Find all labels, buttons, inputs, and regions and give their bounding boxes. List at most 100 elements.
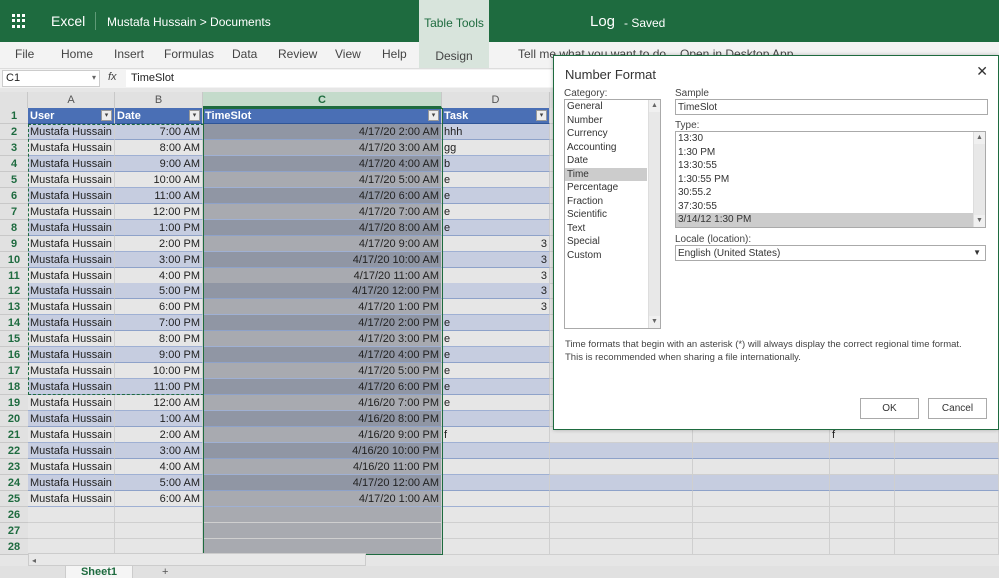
cell[interactable]: 12:00 PM xyxy=(115,203,203,220)
cell[interactable]: Mustafa Hussain xyxy=(28,442,115,459)
row-header[interactable]: 15 xyxy=(0,331,28,348)
cell[interactable]: 1:00 PM xyxy=(115,219,203,236)
column-header-b[interactable]: B xyxy=(115,92,203,108)
cell[interactable]: 11:00 AM xyxy=(115,187,203,204)
row-header[interactable]: 28 xyxy=(0,538,28,555)
cell[interactable] xyxy=(550,490,693,507)
cell[interactable]: 5:00 PM xyxy=(115,283,203,300)
type-item[interactable]: 30:55.2 xyxy=(676,186,985,200)
cell[interactable] xyxy=(442,411,550,428)
filter-dropdown-icon[interactable]: ▾ xyxy=(536,110,547,121)
column-header-d[interactable]: D xyxy=(442,92,550,108)
cell[interactable] xyxy=(830,538,895,555)
cell[interactable]: 4/17/20 6:00 PM xyxy=(203,379,442,396)
ok-button[interactable]: OK xyxy=(860,398,919,419)
locale-select[interactable]: English (United States) ▼ xyxy=(675,245,986,261)
column-header-c[interactable]: C xyxy=(203,92,442,108)
cell[interactable] xyxy=(28,506,115,523)
row-header[interactable]: 13 xyxy=(0,299,28,316)
cell[interactable] xyxy=(693,522,830,539)
cell[interactable]: Mustafa Hussain xyxy=(28,363,115,380)
cell[interactable]: Mustafa Hussain xyxy=(28,267,115,284)
type-item[interactable]: 13:30:55 xyxy=(676,159,985,173)
select-all-corner[interactable] xyxy=(0,92,28,108)
cell[interactable] xyxy=(115,522,203,539)
type-scrollbar[interactable]: ▲ ▼ xyxy=(973,132,985,227)
cell[interactable] xyxy=(693,442,830,459)
cell[interactable]: 6:00 PM xyxy=(115,299,203,316)
cell[interactable]: Mustafa Hussain xyxy=(28,458,115,475)
row-header[interactable]: 10 xyxy=(0,251,28,268)
cell[interactable]: 8:00 AM xyxy=(115,139,203,156)
cell[interactable]: 4/17/20 5:00 AM xyxy=(203,171,442,188)
cell[interactable] xyxy=(693,506,830,523)
tab-design[interactable]: Design xyxy=(419,42,489,68)
cell[interactable]: e xyxy=(442,219,550,236)
cell[interactable] xyxy=(550,538,693,555)
cell[interactable]: 12:00 AM xyxy=(115,395,203,412)
row-header[interactable]: 14 xyxy=(0,315,28,332)
cell[interactable] xyxy=(895,474,999,491)
cell[interactable] xyxy=(203,522,442,539)
cell[interactable] xyxy=(895,458,999,475)
cell[interactable]: 5:00 AM xyxy=(115,474,203,491)
cell[interactable] xyxy=(442,490,550,507)
row-header[interactable]: 18 xyxy=(0,379,28,396)
cell[interactable]: b xyxy=(442,155,550,172)
cell[interactable]: 4/16/20 7:00 PM xyxy=(203,395,442,412)
row-header[interactable]: 17 xyxy=(0,363,28,380)
cell[interactable]: Mustafa Hussain xyxy=(28,379,115,396)
cell[interactable] xyxy=(550,522,693,539)
cell[interactable] xyxy=(895,538,999,555)
cell[interactable]: 6:00 AM xyxy=(115,490,203,507)
category-item[interactable]: Number xyxy=(565,114,647,128)
cell[interactable] xyxy=(442,458,550,475)
cell[interactable]: TimeSlot ▾ xyxy=(203,108,442,124)
row-header[interactable]: 22 xyxy=(0,442,28,459)
category-item[interactable]: Date xyxy=(565,154,647,168)
cell[interactable]: Mustafa Hussain xyxy=(28,171,115,188)
row-header[interactable]: 3 xyxy=(0,139,28,156)
scroll-left-icon[interactable]: ◂ xyxy=(29,556,36,565)
row-header[interactable]: 1 xyxy=(0,108,28,124)
row-header[interactable]: 6 xyxy=(0,187,28,204)
row-header[interactable]: 4 xyxy=(0,155,28,172)
row-header[interactable]: 19 xyxy=(0,395,28,412)
row-header[interactable]: 9 xyxy=(0,235,28,252)
cell[interactable]: 4/17/20 7:00 AM xyxy=(203,203,442,220)
cell[interactable]: Mustafa Hussain xyxy=(28,347,115,364)
cell[interactable]: 4/17/20 12:00 PM xyxy=(203,283,442,300)
category-list[interactable]: ▲ ▼ General Number Currency Accounting Date Ti… xyxy=(564,99,661,329)
scroll-up-icon[interactable]: ▲ xyxy=(974,132,985,144)
cell[interactable] xyxy=(830,490,895,507)
cell[interactable]: Mustafa Hussain xyxy=(28,123,115,140)
cell[interactable]: 4/16/20 11:00 PM xyxy=(203,458,442,475)
cell[interactable] xyxy=(550,442,693,459)
type-item[interactable]: 37:30:55 xyxy=(676,200,985,214)
cell[interactable] xyxy=(830,442,895,459)
cell[interactable]: Date ▾ xyxy=(115,108,203,124)
cell[interactable] xyxy=(28,522,115,539)
category-item[interactable]: Custom xyxy=(565,249,647,263)
cell[interactable]: Mustafa Hussain xyxy=(28,474,115,491)
cell[interactable] xyxy=(550,506,693,523)
cell[interactable] xyxy=(895,506,999,523)
cell[interactable]: 3:00 AM xyxy=(115,442,203,459)
cell[interactable]: 4/17/20 5:00 PM xyxy=(203,363,442,380)
row-header[interactable]: 25 xyxy=(0,490,28,507)
cell[interactable]: 3 xyxy=(442,299,550,316)
chevron-down-icon[interactable]: ▾ xyxy=(92,73,96,82)
cell[interactable]: 4/16/20 9:00 PM xyxy=(203,427,442,443)
function-icon[interactable]: fx xyxy=(108,71,117,83)
name-box[interactable]: C1 ▾ xyxy=(2,70,100,87)
type-list[interactable]: ▲ ▼ 13:30 1:30 PM 13:30:55 1:30:55 PM 30:55.2… xyxy=(675,131,986,228)
row-header[interactable]: 2 xyxy=(0,123,28,140)
filter-dropdown-icon[interactable]: ▾ xyxy=(101,110,112,121)
cell[interactable] xyxy=(895,490,999,507)
cell[interactable]: gg xyxy=(442,139,550,156)
cell[interactable] xyxy=(895,522,999,539)
row-header[interactable]: 5 xyxy=(0,171,28,188)
cell[interactable]: Mustafa Hussain xyxy=(28,283,115,300)
cell[interactable]: 4:00 PM xyxy=(115,267,203,284)
cell[interactable]: Mustafa Hussain xyxy=(28,315,115,332)
